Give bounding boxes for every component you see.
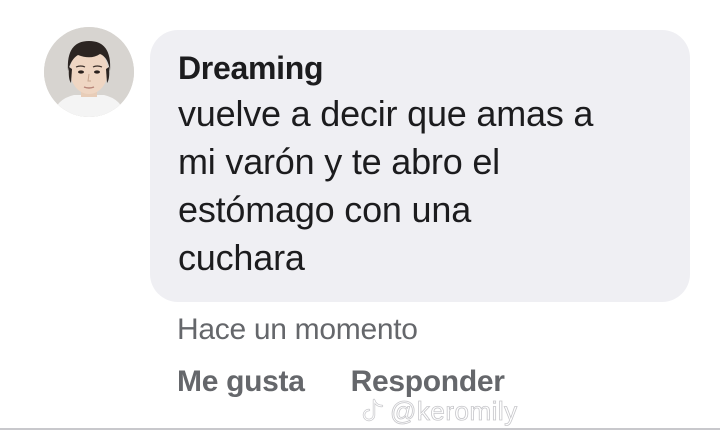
tiktok-icon bbox=[362, 398, 384, 422]
avatar-image bbox=[44, 27, 134, 117]
watermark-handle: @keromily bbox=[390, 396, 518, 427]
comment-text-line: cuchara bbox=[178, 237, 305, 278]
comment-text-line: estómago con una bbox=[178, 189, 472, 230]
watermark: @keromily bbox=[360, 394, 518, 428]
comment-text-line: vuelve a decir que amas a bbox=[178, 93, 594, 134]
comment-bubble: Dreaming vuelve a decir que amas a mi va… bbox=[150, 30, 690, 302]
avatar[interactable] bbox=[44, 27, 134, 117]
comment-text: vuelve a decir que amas a mi varón y te … bbox=[178, 90, 662, 282]
like-button[interactable]: Me gusta bbox=[177, 362, 305, 402]
comment: Dreaming vuelve a decir que amas a mi va… bbox=[0, 0, 720, 437]
comment-timestamp: Hace un momento bbox=[177, 313, 418, 346]
comment-author[interactable]: Dreaming bbox=[178, 48, 662, 88]
divider bbox=[0, 428, 720, 430]
comment-text-line: mi varón y te abro el bbox=[178, 141, 500, 182]
